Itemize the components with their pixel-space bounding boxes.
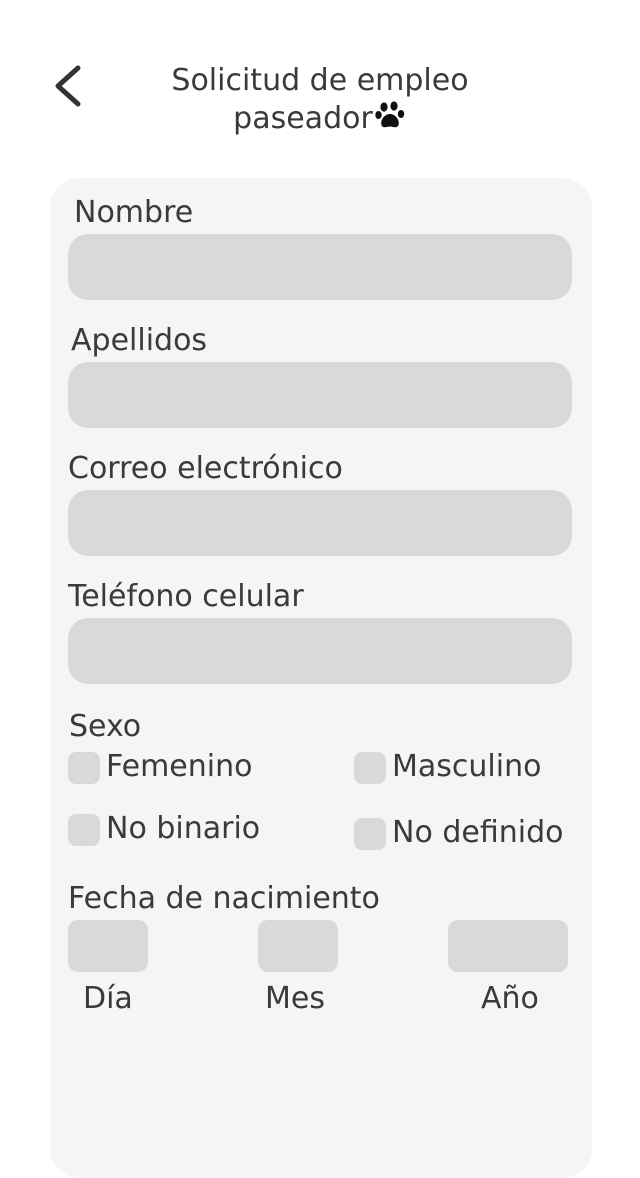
- dia-label: Día: [83, 981, 133, 1016]
- no-binario-checkbox[interactable]: [68, 814, 100, 846]
- page-title-line2: paseador: [130, 100, 510, 141]
- no-definido-option-label: No definido: [392, 815, 564, 850]
- anio-input[interactable]: [448, 920, 568, 972]
- chevron-left-icon: [55, 65, 81, 107]
- sexo-label: Sexo: [69, 709, 142, 744]
- fecha-nacimiento-label: Fecha de nacimiento: [68, 881, 380, 916]
- page-title-line1: Solicitud de empleo: [171, 63, 469, 98]
- telefono-input[interactable]: [68, 618, 572, 684]
- dia-input[interactable]: [68, 920, 148, 972]
- nombre-label: Nombre: [74, 195, 194, 230]
- page-title-line2-text: paseador: [233, 101, 373, 136]
- correo-input[interactable]: [68, 490, 572, 556]
- femenino-option-label: Femenino: [106, 749, 253, 784]
- no-binario-option-label: No binario: [106, 811, 261, 846]
- correo-label: Correo electrónico: [68, 451, 343, 486]
- page-title: Solicitud de empleo paseador: [130, 62, 510, 141]
- masculino-option-label: Masculino: [392, 749, 542, 784]
- nombre-input[interactable]: [68, 234, 572, 300]
- femenino-checkbox[interactable]: [68, 752, 100, 784]
- mes-label: Mes: [265, 981, 325, 1016]
- apellidos-input[interactable]: [68, 362, 572, 428]
- mes-input[interactable]: [258, 920, 338, 972]
- back-button[interactable]: [44, 58, 92, 114]
- telefono-label: Teléfono celular: [68, 579, 304, 614]
- masculino-checkbox[interactable]: [354, 752, 386, 784]
- no-definido-checkbox[interactable]: [354, 818, 386, 850]
- paw-icon: [375, 101, 407, 141]
- anio-label: Año: [481, 981, 539, 1016]
- apellidos-label: Apellidos: [71, 323, 208, 358]
